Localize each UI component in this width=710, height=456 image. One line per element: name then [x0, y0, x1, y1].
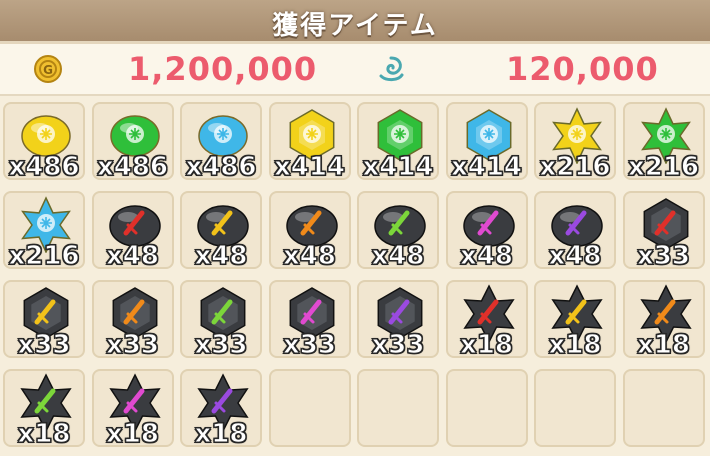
- item-quantity: x33: [106, 330, 160, 361]
- item-slot[interactable]: x486: [3, 102, 85, 183]
- item-slot[interactable]: x216: [3, 191, 85, 272]
- item-quantity: x33: [194, 330, 248, 361]
- item-quantity: x486: [8, 152, 80, 183]
- currency-bar: G 1,200,000 120,000: [0, 44, 710, 96]
- item-quantity: x48: [460, 241, 514, 272]
- spirit-swirl-icon: [379, 56, 404, 82]
- empty-item-slot[interactable]: [622, 369, 705, 447]
- page-title: 獲得アイテム: [272, 11, 438, 41]
- item-quantity: x216: [627, 152, 700, 183]
- item-slot[interactable]: x33: [622, 191, 705, 272]
- item-slot[interactable]: x18: [91, 369, 174, 450]
- item-quantity: x33: [637, 241, 691, 272]
- empty-item-slot[interactable]: [268, 369, 351, 447]
- item-quantity: x33: [371, 330, 425, 361]
- item-slot[interactable]: x18: [445, 280, 528, 361]
- item-slot[interactable]: x48: [91, 191, 174, 272]
- spirit-amount: 120,000: [506, 50, 659, 88]
- item-slot[interactable]: x48: [180, 191, 262, 272]
- item-quantity: x48: [194, 241, 248, 272]
- empty-item-slot[interactable]: [534, 369, 616, 447]
- item-quantity: x48: [371, 241, 425, 272]
- item-quantity: x18: [460, 330, 514, 361]
- item-slot[interactable]: x18: [180, 369, 262, 450]
- item-quantity: x33: [17, 330, 71, 361]
- item-slot[interactable]: x486: [180, 102, 262, 183]
- item-slot[interactable]: x18: [534, 280, 616, 361]
- header-bar: 獲得アイテム: [0, 0, 710, 44]
- item-quantity: x48: [548, 241, 602, 272]
- item-quantity: x18: [548, 330, 602, 361]
- item-slot[interactable]: x414: [357, 102, 439, 183]
- item-slot[interactable]: x33: [180, 280, 262, 361]
- item-quantity: x216: [539, 152, 611, 183]
- item-quantity: x486: [185, 152, 257, 183]
- item-slot[interactable]: x48: [357, 191, 439, 272]
- item-slot[interactable]: x414: [445, 102, 528, 183]
- item-quantity: x18: [106, 419, 160, 450]
- item-slot[interactable]: x33: [268, 280, 351, 361]
- item-slot[interactable]: x18: [622, 280, 705, 361]
- item-quantity: x216: [8, 241, 80, 272]
- item-quantity: x414: [273, 152, 346, 183]
- item-slot[interactable]: x48: [534, 191, 616, 272]
- svg-text:G: G: [43, 63, 53, 77]
- item-quantity: x18: [17, 419, 71, 450]
- item-slot[interactable]: x48: [268, 191, 351, 272]
- item-slot[interactable]: x48: [445, 191, 528, 272]
- item-quantity: x18: [637, 330, 691, 361]
- item-slot[interactable]: x18: [3, 369, 85, 450]
- item-quantity: x33: [283, 330, 337, 361]
- item-slot[interactable]: x486: [91, 102, 174, 183]
- item-slot[interactable]: x216: [622, 102, 705, 183]
- item-slot[interactable]: x414: [268, 102, 351, 183]
- item-quantity: x18: [194, 419, 248, 450]
- item-slot[interactable]: x216: [534, 102, 616, 183]
- item-grid: x486 x486 x486 x414 x414 x414 x216 x216 x216 x48 x…: [0, 102, 710, 456]
- item-slot[interactable]: x33: [3, 280, 85, 361]
- empty-item-slot[interactable]: [445, 369, 528, 447]
- item-quantity: x414: [362, 152, 434, 183]
- item-quantity: x48: [283, 241, 337, 272]
- gold-amount: 1,200,000: [128, 50, 318, 88]
- gold-coin-icon: G: [34, 55, 62, 83]
- item-quantity: x486: [96, 152, 169, 183]
- item-slot[interactable]: x33: [91, 280, 174, 361]
- item-quantity: x48: [106, 241, 160, 272]
- item-quantity: x414: [450, 152, 523, 183]
- item-slot[interactable]: x33: [357, 280, 439, 361]
- empty-item-slot[interactable]: [357, 369, 439, 447]
